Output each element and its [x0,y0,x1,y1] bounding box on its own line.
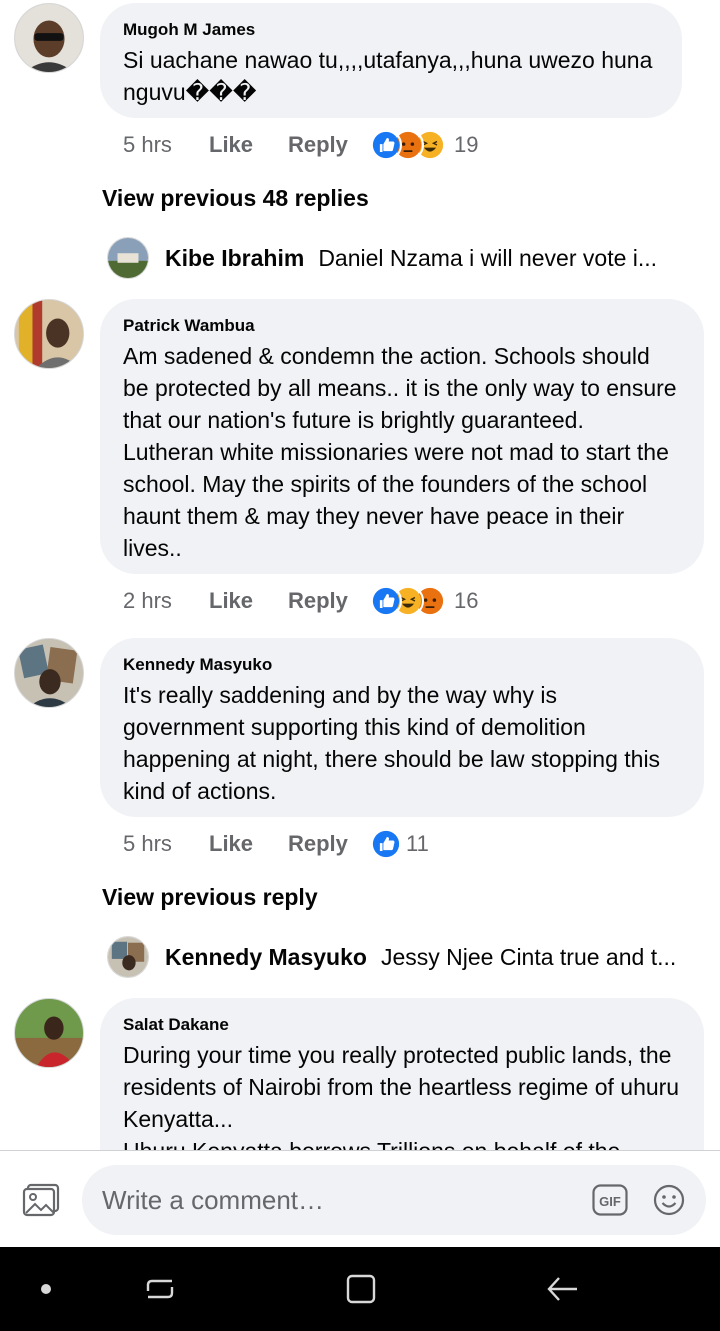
reply-button[interactable]: Reply [288,831,370,857]
like-reaction-icon [370,585,402,617]
reaction-count: 19 [454,132,479,157]
reactions-summary[interactable]: 11 [370,828,429,860]
emoji-icon[interactable] [653,1184,685,1216]
reaction-count: 16 [454,588,479,613]
like-reaction-icon [370,129,402,161]
comment-time[interactable]: 5 hrs [123,831,209,857]
gif-label: GIF [599,1194,621,1209]
comment-author[interactable]: Salat Dakane [123,1015,680,1035]
comment-author[interactable]: Mugoh M James [123,20,658,40]
reply-preview[interactable]: Kennedy Masyuko Jessy Njee Cinta true an… [107,935,687,979]
comment-actions: 5 hrs Like Reply 11 [123,826,429,862]
view-previous-replies[interactable]: View previous reply [102,884,318,911]
avatar[interactable] [14,998,84,1068]
comment-author[interactable]: Kennedy Masyuko [123,655,680,675]
avatar[interactable] [14,3,84,73]
comment-bubble[interactable]: Kennedy Masyuko It's really saddening an… [100,638,704,817]
home-icon[interactable] [341,1269,381,1309]
comment-text: Am sadened & condemn the action. Schools… [123,343,677,561]
avatar [107,936,149,978]
comment-author[interactable]: Patrick Wambua [123,316,680,336]
reply-button[interactable]: Reply [288,132,370,158]
reaction-count: 11 [406,831,429,856]
like-button[interactable]: Like [209,831,288,857]
system-navigation-bar [0,1247,720,1331]
comment-placeholder: Write a comment… [102,1185,325,1215]
comment-bubble[interactable]: Mugoh M James Si uachane nawao tu,,,,uta… [100,3,682,118]
like-reaction-icon [370,828,402,860]
reactions-summary[interactable]: 19 [370,129,478,161]
comment-actions: 2 hrs Like Reply 16 [123,583,478,619]
comment-actions: 5 hrs Like Reply 19 [123,127,478,163]
comment-bubble[interactable]: Patrick Wambua Am sadened & condemn the … [100,299,704,574]
nav-dot-icon[interactable] [26,1269,66,1309]
comment-text: During your time you really protected pu… [123,1042,680,1150]
avatar [107,237,149,279]
reply-preview[interactable]: Kibe Ibrahim Daniel Nzama i will never v… [107,236,687,280]
reply-author[interactable]: Kibe Ibrahim [165,245,304,272]
comment-text: Si uachane nawao tu,,,,utafanya,,,huna u… [123,47,653,105]
comments-feed[interactable]: Mugoh M James Si uachane nawao tu,,,,uta… [0,0,720,1150]
reply-button[interactable]: Reply [288,588,370,614]
comment-time[interactable]: 5 hrs [123,132,209,158]
reply-text: Daniel Nzama i will never vote i... [318,244,658,271]
reactions-summary[interactable]: 16 [370,585,478,617]
comment-bubble[interactable]: Salat Dakane During your time you really… [100,998,704,1150]
comment-composer: Write a comment… GIF [0,1150,720,1247]
photo-icon[interactable] [22,1183,60,1217]
avatar[interactable] [14,299,84,369]
reply-author[interactable]: Kennedy Masyuko [165,944,367,971]
like-button[interactable]: Like [209,132,288,158]
back-icon[interactable] [543,1269,583,1309]
comment-input[interactable]: Write a comment… GIF [82,1165,706,1235]
reply-text: Jessy Njee Cinta true and t... [380,943,677,970]
comment-time[interactable]: 2 hrs [123,588,209,614]
gif-icon[interactable]: GIF [592,1184,628,1216]
comment-text: It's really saddening and by the way why… [123,682,661,804]
recents-icon[interactable] [140,1269,180,1309]
view-previous-replies[interactable]: View previous 48 replies [102,185,369,212]
like-button[interactable]: Like [209,588,288,614]
avatar[interactable] [14,638,84,708]
